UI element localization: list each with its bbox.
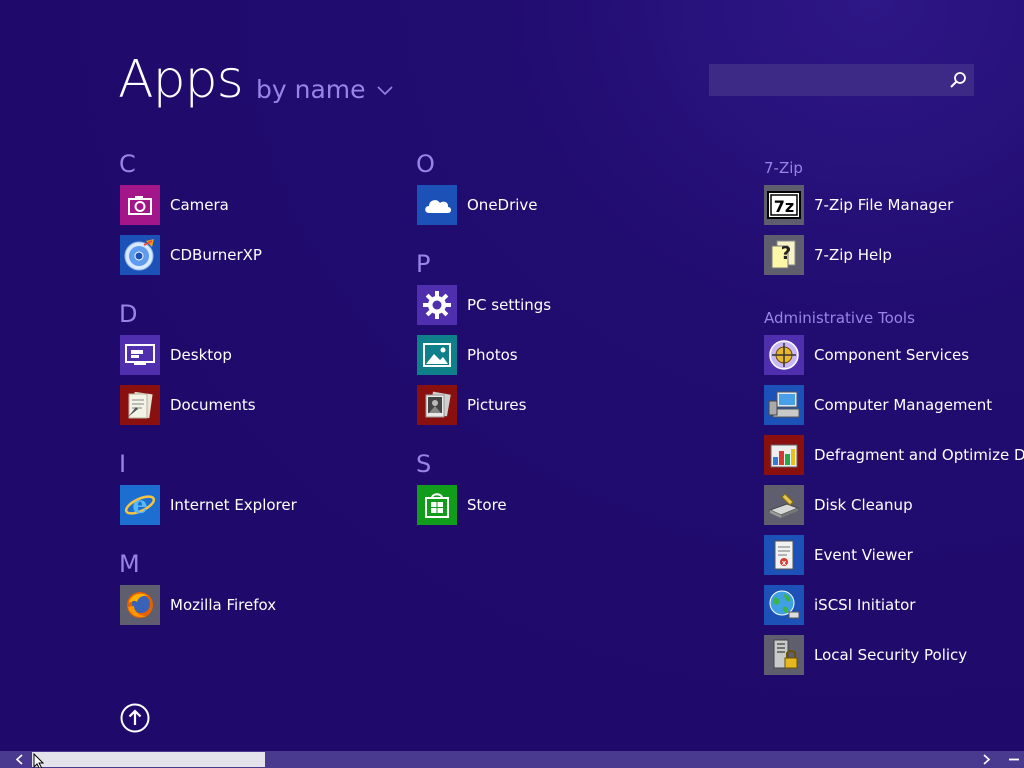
globe-network-icon	[764, 585, 804, 625]
desktop-icon	[120, 335, 160, 375]
photos-icon	[417, 335, 457, 375]
search-box	[709, 64, 974, 96]
group-letter-d[interactable]: D	[119, 300, 137, 328]
app-label: Documents	[170, 396, 256, 414]
scroll-left-arrow-icon[interactable]	[12, 752, 28, 767]
app-tile-local-security-policy[interactable]: Local Security Policy	[764, 635, 967, 675]
app-tile-defragment-and-optimize-drives[interactable]: Defragment and Optimize Drives	[764, 435, 1024, 475]
group-header-7zip[interactable]: 7-Zip	[764, 158, 803, 178]
app-label: CDBurnerXP	[170, 246, 262, 264]
page-title: Apps	[118, 50, 244, 110]
gear-icon	[417, 285, 457, 325]
app-tile-pc-settings[interactable]: PC settings	[417, 285, 551, 325]
group-letter-c[interactable]: C	[119, 150, 136, 178]
app-tile-7zip-help[interactable]: ? 7-Zip Help	[764, 235, 892, 275]
app-tile-component-services[interactable]: Component Services	[764, 335, 969, 375]
app-tile-event-viewer[interactable]: x Event Viewer	[764, 535, 913, 575]
computer-management-icon	[764, 385, 804, 425]
app-label: iSCSI Initiator	[814, 596, 916, 614]
group-header-administrative-tools[interactable]: Administrative Tools	[764, 308, 915, 328]
store-bag-icon	[417, 485, 457, 525]
app-tile-iscsi-initiator[interactable]: iSCSI Initiator	[764, 585, 915, 625]
scroll-right-arrow-icon[interactable]	[978, 752, 994, 767]
scrollbar-thumb[interactable]	[32, 752, 265, 767]
app-tile-pictures[interactable]: Pictures	[417, 385, 526, 425]
app-tile-7zip-file-manager[interactable]: 7z 7-Zip File Manager	[764, 185, 953, 225]
app-tile-documents[interactable]: Documents	[120, 385, 256, 425]
disk-cleanup-icon	[764, 485, 804, 525]
internet-explorer-icon: e	[120, 485, 160, 525]
app-tile-camera[interactable]: Camera	[120, 185, 229, 225]
cloud-icon	[417, 185, 457, 225]
svg-text:?: ?	[781, 243, 791, 264]
group-letter-s[interactable]: S	[416, 450, 431, 478]
app-tile-onedrive[interactable]: OneDrive	[417, 185, 538, 225]
app-label: Internet Explorer	[170, 496, 297, 514]
firefox-icon	[120, 585, 160, 625]
app-label: 7-Zip Help	[814, 246, 892, 264]
app-tile-store[interactable]: Store	[417, 485, 507, 525]
group-letter-o[interactable]: O	[416, 150, 435, 178]
app-tile-mozilla-firefox[interactable]: Mozilla Firefox	[120, 585, 276, 625]
sort-label: by name	[256, 75, 366, 104]
app-label: Event Viewer	[814, 546, 913, 564]
disc-burn-icon	[120, 235, 160, 275]
sort-by-name-toggle[interactable]: by name	[256, 74, 394, 106]
svg-text:e: e	[132, 490, 147, 519]
app-label: Desktop	[170, 346, 232, 364]
app-label: OneDrive	[467, 196, 538, 214]
help-file-icon: ?	[764, 235, 804, 275]
app-tile-cdburnerxp[interactable]: CDBurnerXP	[120, 235, 262, 275]
svg-text:7z: 7z	[774, 197, 794, 216]
app-label: Pictures	[467, 396, 527, 414]
app-tile-photos[interactable]: Photos	[417, 335, 518, 375]
chevron-down-icon	[376, 86, 393, 96]
app-tile-internet-explorer[interactable]: e Internet Explorer	[120, 485, 297, 525]
component-services-icon	[764, 335, 804, 375]
app-tile-desktop[interactable]: Desktop	[120, 335, 232, 375]
camera-icon	[120, 185, 160, 225]
pictures-icon	[417, 385, 457, 425]
event-viewer-icon: x	[764, 535, 804, 575]
app-label: Disk Cleanup	[814, 496, 913, 514]
search-icon[interactable]	[948, 70, 968, 90]
app-label: Local Security Policy	[814, 646, 968, 664]
apps-screen: Apps by name C Camera CDBurnerXP D Deskt…	[0, 0, 1024, 768]
svg-text:x: x	[782, 559, 787, 567]
horizontal-scrollbar[interactable]	[0, 751, 1024, 768]
app-tile-disk-cleanup[interactable]: Disk Cleanup	[764, 485, 913, 525]
up-arrow-circle-icon[interactable]	[120, 703, 150, 733]
7zip-icon: 7z	[764, 185, 804, 225]
defragment-icon	[764, 435, 804, 475]
search-input[interactable]	[709, 64, 939, 96]
documents-icon	[120, 385, 160, 425]
zoom-out-minus-icon[interactable]	[1006, 752, 1022, 767]
app-label: Mozilla Firefox	[170, 596, 277, 614]
app-tile-computer-management[interactable]: Computer Management	[764, 385, 992, 425]
app-label: 7-Zip File Manager	[814, 196, 954, 214]
app-label: Photos	[467, 346, 518, 364]
app-label: Computer Management	[814, 396, 993, 414]
app-label: Camera	[170, 196, 229, 214]
app-label: Store	[467, 496, 507, 514]
app-label: PC settings	[467, 296, 552, 314]
group-letter-m[interactable]: M	[119, 550, 140, 578]
app-label: Defragment and Optimize Drives	[814, 446, 1024, 464]
group-letter-i[interactable]: I	[119, 450, 126, 478]
group-letter-p[interactable]: P	[416, 250, 430, 278]
app-label: Component Services	[814, 346, 970, 364]
mouse-pointer-icon	[33, 753, 45, 768]
security-policy-icon	[764, 635, 804, 675]
